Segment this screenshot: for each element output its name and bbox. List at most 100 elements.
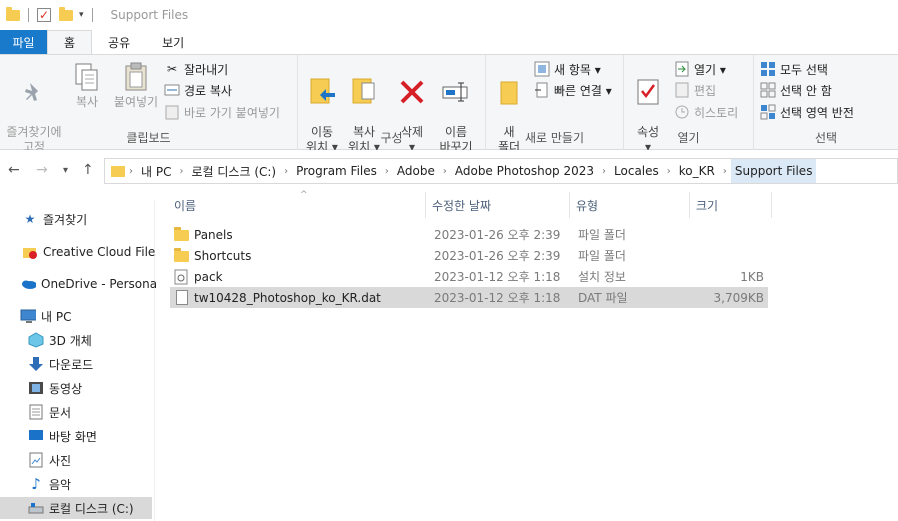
copy-button[interactable]: 복사	[68, 61, 106, 110]
organize-group: 이동 위치 ▾ 복사 위치 ▾ 삭제 ▾ 이름 바꾸기 구성	[298, 55, 486, 154]
history-icon	[674, 104, 690, 120]
sidebar-item-creative-cloud[interactable]: Creative Cloud Files	[0, 241, 162, 263]
properties-check-icon[interactable]: ✓	[37, 8, 51, 22]
breadcrumb-program-files[interactable]: Program Files	[292, 164, 381, 178]
paste-button[interactable]: 붙여넣기	[108, 61, 164, 110]
chevron-right-icon[interactable]: ›	[280, 166, 292, 177]
breadcrumb-support-files[interactable]: Support Files	[730, 159, 817, 183]
sidebar-item-onedrive[interactable]: OneDrive - Personal	[0, 273, 160, 295]
select-all-icon	[760, 61, 776, 77]
scissors-icon: ✂	[166, 62, 178, 76]
move-to-icon	[306, 76, 338, 108]
video-icon	[28, 380, 44, 396]
easy-access-button[interactable]: 빠른 연결 ▾	[534, 80, 612, 100]
sidebar-item-pictures[interactable]: 사진	[0, 449, 154, 471]
ribbon-tabs: 파일 홈 공유 보기	[0, 30, 898, 54]
drive-icon	[28, 500, 44, 516]
breadcrumb-photoshop[interactable]: Adobe Photoshop 2023	[451, 164, 598, 178]
pc-icon	[20, 308, 36, 324]
folder-icon	[174, 227, 190, 242]
edit-button[interactable]: 편집	[674, 80, 716, 100]
recent-locations-chevron-icon[interactable]: ▾	[63, 165, 68, 176]
new-item-button[interactable]: 새 항목 ▾	[534, 59, 601, 79]
document-icon	[28, 404, 44, 420]
rename-icon	[440, 76, 472, 108]
tab-view[interactable]: 보기	[146, 30, 200, 54]
music-icon: ♪	[31, 475, 41, 493]
breadcrumb-local-disk[interactable]: 로컬 디스크 (C:)	[187, 163, 280, 180]
select-group: 모두 선택 선택 안 함 선택 영역 반전 선택	[754, 55, 898, 150]
quick-access-toolbar: ✓ ▾	[0, 0, 101, 30]
navigation-bar: ← → ▾ ↑ › 내 PC › 로컬 디스크 (C:) › Program F…	[0, 150, 898, 192]
up-arrow-icon[interactable]: ↑	[82, 162, 94, 178]
file-row[interactable]: Panels 2023-01-26 오후 2:39 파일 폴더	[170, 224, 768, 245]
cut-button[interactable]: ✂ 잘라내기	[164, 59, 228, 79]
select-all-button[interactable]: 모두 선택	[760, 59, 828, 79]
properties-icon	[632, 76, 664, 108]
invert-selection-button[interactable]: 선택 영역 반전	[760, 102, 854, 122]
breadcrumb-ko-kr[interactable]: ko_KR	[675, 164, 719, 178]
tab-share[interactable]: 공유	[92, 30, 146, 54]
select-none-button[interactable]: 선택 안 함	[760, 80, 832, 100]
onedrive-icon	[20, 276, 36, 292]
settings-file-icon	[174, 269, 190, 285]
file-row[interactable]: tw10428_Photoshop_ko_KR.dat 2023-01-12 오…	[170, 287, 768, 308]
paste-shortcut-button[interactable]: 바로 가기 붙여넣기	[164, 102, 280, 122]
back-arrow-icon[interactable]: ←	[8, 162, 20, 178]
chevron-right-icon[interactable]: ›	[719, 166, 731, 177]
copy-to-icon	[348, 76, 380, 108]
file-row[interactable]: Shortcuts 2023-01-26 오후 2:39 파일 폴더	[170, 245, 768, 266]
folder-icon	[174, 248, 190, 263]
column-header-name[interactable]: ^ 이름	[168, 190, 426, 218]
sidebar-item-quick-access[interactable]: ★ 즐겨찾기	[0, 208, 154, 230]
breadcrumb-adobe[interactable]: Adobe	[393, 164, 439, 178]
sidebar-item-downloads[interactable]: 다운로드	[0, 353, 154, 375]
chevron-right-icon[interactable]: ›	[663, 166, 675, 177]
column-header-date[interactable]: 수정한 날짜	[426, 192, 570, 218]
organize-group-label: 구성	[380, 131, 403, 145]
copy-icon	[71, 61, 103, 93]
open-group: 속성 ▾ 열기 ▾ 편집 히스토리 열기	[624, 55, 754, 154]
folder-icon	[111, 165, 125, 177]
sidebar-item-local-disk[interactable]: 로컬 디스크 (C:)	[0, 497, 152, 519]
sidebar-item-desktop[interactable]: 바탕 화면	[0, 425, 154, 447]
edit-icon	[674, 82, 690, 98]
sidebar-item-music[interactable]: ♪ 음악	[0, 473, 154, 495]
open-icon	[674, 61, 690, 77]
sidebar-item-this-pc[interactable]: 내 PC	[0, 305, 154, 327]
select-group-label: 선택	[814, 131, 838, 145]
file-row[interactable]: pack 2023-01-12 오후 1:18 설치 정보 1KB	[170, 266, 768, 287]
open-group-label: 열기	[677, 131, 700, 145]
sidebar-item-3d-objects[interactable]: 3D 개체	[0, 329, 154, 351]
column-header-type[interactable]: 유형	[570, 192, 690, 218]
new-folder-icon	[494, 76, 526, 108]
invert-selection-icon	[760, 104, 776, 120]
chevron-right-icon[interactable]: ›	[598, 166, 610, 177]
separator	[91, 8, 93, 22]
folder-icon	[6, 6, 20, 21]
chevron-right-icon[interactable]: ›	[125, 166, 137, 177]
file-icon	[174, 290, 190, 305]
breadcrumb-this-pc[interactable]: 내 PC	[137, 163, 175, 180]
chevron-right-icon[interactable]: ›	[439, 166, 451, 177]
forward-arrow-icon[interactable]: →	[36, 162, 48, 178]
tab-file[interactable]: 파일	[0, 30, 47, 54]
address-bar[interactable]: › 내 PC › 로컬 디스크 (C:) › Program Files › A…	[104, 158, 898, 184]
desktop-icon	[28, 428, 44, 444]
tab-home[interactable]: 홈	[47, 30, 93, 54]
open-button[interactable]: 열기 ▾	[674, 59, 726, 79]
chevron-right-icon[interactable]: ›	[381, 166, 393, 177]
clipboard-group: 즐겨찾기에 고정 복사 붙여넣기 ✂ 잘라내기 경로 복사 바로 가기 붙여넣기…	[0, 55, 298, 154]
paste-shortcut-icon	[164, 104, 180, 120]
breadcrumb-locales[interactable]: Locales	[610, 164, 663, 178]
sidebar-item-videos[interactable]: 동영상	[0, 377, 154, 399]
new-group-label: 새로 만들기	[524, 131, 584, 145]
new-folder-quick-icon[interactable]	[59, 6, 73, 21]
customize-quick-access-chevron-icon[interactable]: ▾	[79, 10, 84, 20]
column-header-size[interactable]: 크기	[690, 192, 772, 218]
sidebar-item-documents[interactable]: 문서	[0, 401, 154, 423]
pin-icon	[18, 76, 50, 108]
chevron-right-icon[interactable]: ›	[175, 166, 187, 177]
copy-path-button[interactable]: 경로 복사	[164, 80, 232, 100]
history-button[interactable]: 히스토리	[674, 102, 738, 122]
